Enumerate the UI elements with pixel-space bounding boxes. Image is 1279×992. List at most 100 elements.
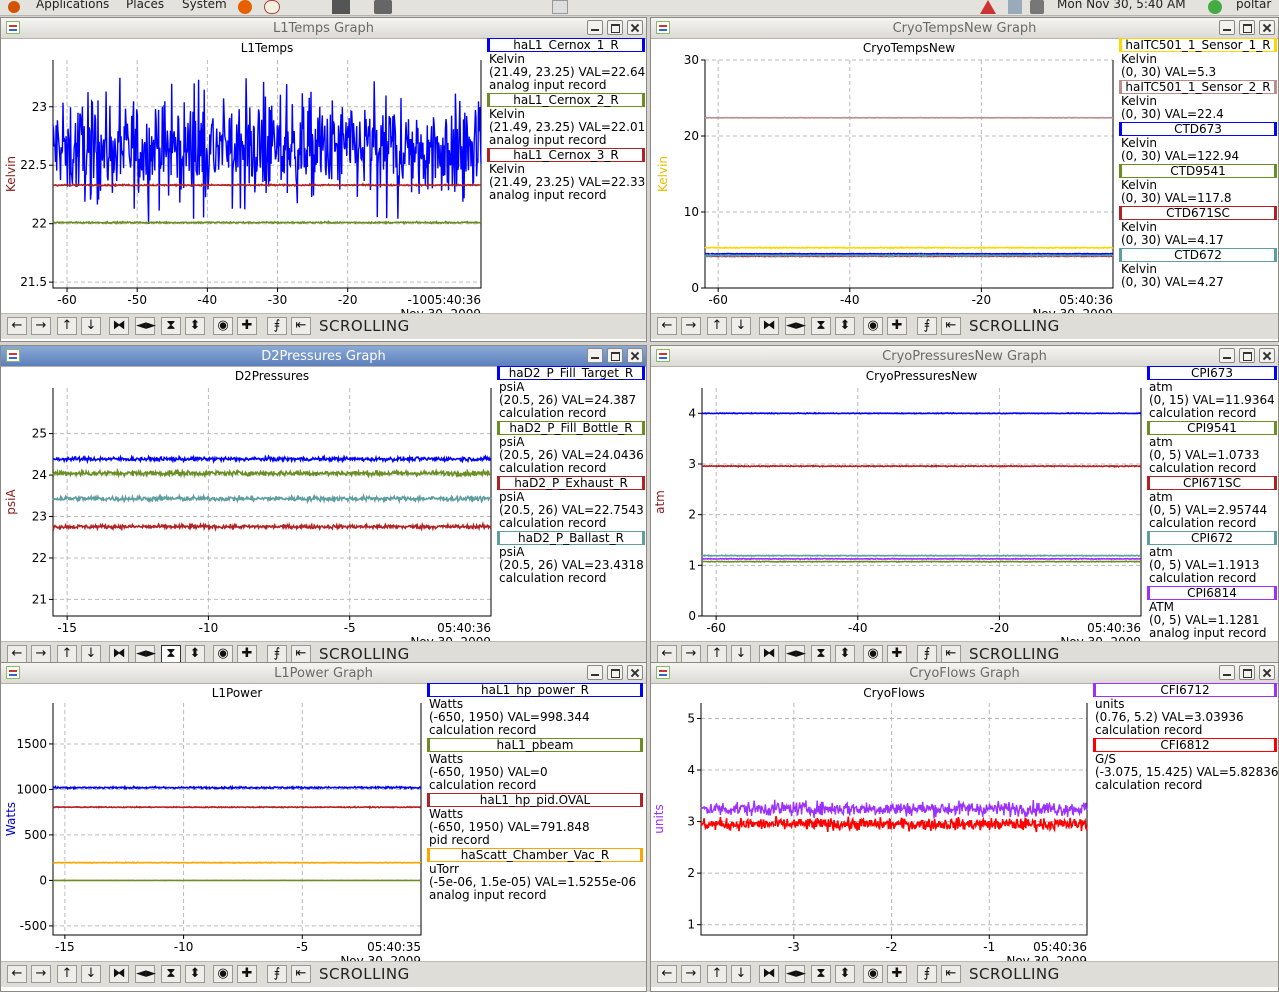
firefox-icon[interactable] — [238, 0, 252, 14]
maximize-button[interactable] — [1239, 20, 1255, 35]
zoom-v-in-icon[interactable]: ⧗ — [811, 317, 831, 335]
arrow-left-icon[interactable]: ← — [7, 965, 27, 983]
zoom-v-in-icon[interactable]: ⧗ — [161, 965, 181, 983]
autoscale-icon[interactable]: ⨎ — [917, 645, 937, 663]
arrow-left-icon[interactable]: ← — [657, 317, 677, 335]
legend-entry-name[interactable]: haD2_P_Ballast_R — [497, 531, 645, 545]
add-icon[interactable]: ✚ — [887, 317, 907, 335]
chart-svg[interactable]: CryoPressuresNew -60 -40 -20 4 3 2 1 0 atm 05:40:3… — [651, 366, 1147, 641]
legend-entry-name[interactable]: CTD672 — [1119, 248, 1277, 262]
scroll-back-icon[interactable]: ⇤ — [291, 317, 311, 335]
arrow-right-icon[interactable]: → — [681, 645, 701, 663]
reset-icon[interactable]: ◉ — [863, 965, 883, 983]
arrow-left-icon[interactable]: ← — [7, 645, 27, 663]
zoom-h-out-icon[interactable]: ◄► — [785, 317, 806, 335]
scroll-back-icon[interactable]: ⇤ — [941, 965, 961, 983]
legend-entry-name[interactable]: haD2_P_Fill_Target_R — [497, 366, 645, 380]
autoscale-icon[interactable]: ⨎ — [917, 965, 937, 983]
screenshot-icon[interactable] — [374, 0, 392, 14]
network-icon[interactable] — [1008, 0, 1022, 14]
autoscale-icon[interactable]: ⨎ — [267, 645, 287, 663]
legend-entry-name[interactable]: haL1_pbeam — [427, 738, 643, 752]
reset-icon[interactable]: ◉ — [213, 645, 233, 663]
zoom-h-in-icon[interactable]: ⧓ — [759, 965, 779, 983]
autoscale-icon[interactable]: ⨎ — [917, 317, 937, 335]
plot-area[interactable]: CryoPressuresNew -60 -40 -20 4 3 2 1 0 atm 05:40:3… — [651, 366, 1147, 641]
close-button[interactable] — [1259, 20, 1275, 35]
chart-svg[interactable]: L1Power -15 -10 -5 1500 1000 500 0 -500 Watts 05:4… — [1, 683, 427, 961]
arrow-right-icon[interactable]: → — [681, 317, 701, 335]
legend-entry-name[interactable]: CTD9541 — [1119, 164, 1277, 178]
legend-entry-name[interactable]: CTD673 — [1119, 122, 1277, 136]
maximize-button[interactable] — [1239, 665, 1255, 680]
zoom-h-out-icon[interactable]: ◄► — [785, 965, 806, 983]
zoom-v-out-icon[interactable]: ⬍ — [835, 317, 855, 335]
arrow-up-icon[interactable]: ↑ — [57, 965, 77, 983]
zoom-v-out-icon[interactable]: ⬍ — [835, 965, 855, 983]
maximize-button[interactable] — [607, 20, 623, 35]
places-menu[interactable]: Places — [126, 0, 164, 11]
reset-icon[interactable]: ◉ — [863, 317, 883, 335]
chart-svg[interactable]: CryoFlows -3 -2 -1 5 4 3 2 1 units 05:40:36Nov 30,… — [651, 683, 1093, 961]
zoom-v-in-icon[interactable]: ⧗ — [811, 965, 831, 983]
cryotemps-window[interactable]: CryoTempsNew Graph CryoTempsNew -60 -40 -20… — [650, 17, 1279, 342]
zoom-v-out-icon[interactable]: ⬍ — [185, 317, 205, 335]
system-menu[interactable]: System — [182, 0, 227, 11]
zoom-v-out-icon[interactable]: ⬍ — [185, 645, 205, 663]
legend-entry-name[interactable]: haL1_Cernox_3_R — [487, 148, 645, 162]
reset-icon[interactable]: ◉ — [863, 645, 883, 663]
cryopress-window[interactable]: CryoPressuresNew Graph CryoPressuresNew -… — [650, 345, 1279, 670]
legend-entry-name[interactable]: haL1_Cernox_2_R — [487, 93, 645, 107]
legend-entry-name[interactable]: haL1_hp_pid.OVAL — [427, 793, 643, 807]
legend-entry-name[interactable]: CTD671SC — [1119, 206, 1277, 220]
legend-entry[interactable]: haL1_Cernox_1_R Kelvin (21.49, 23.25) VA… — [487, 38, 645, 92]
legend-entry-name[interactable]: haITC501_1_Sensor_2_R — [1119, 80, 1277, 94]
scroll-back-icon[interactable]: ⇤ — [291, 645, 311, 663]
zoom-v-in-icon[interactable]: ⧗ — [811, 645, 831, 663]
arrow-up-icon[interactable]: ↑ — [707, 965, 727, 983]
arrow-left-icon[interactable]: ← — [7, 317, 27, 335]
evolution-icon[interactable] — [264, 0, 280, 14]
zoom-h-out-icon[interactable]: ◄► — [135, 317, 156, 335]
arrow-down-icon[interactable]: ↓ — [81, 965, 101, 983]
arrow-down-icon[interactable]: ↓ — [731, 645, 751, 663]
plot-area[interactable]: CryoTempsNew -60 -40 -20 30 20 10 0 Kelvin 05:40:… — [651, 38, 1119, 313]
legend-entry[interactable]: CPI9541 atm (0, 5) VAL=1.0733 calculation… — [1147, 421, 1277, 475]
legend-entry[interactable]: haD2_P_Fill_Target_R psiA (20.5, 26) VAL… — [497, 366, 645, 420]
legend-entry-name[interactable]: haITC501_1_Sensor_1_R — [1119, 38, 1277, 52]
reset-icon[interactable]: ◉ — [213, 965, 233, 983]
window-titlebar[interactable]: L1Power Graph — [1, 663, 646, 684]
minimize-button[interactable] — [587, 665, 603, 680]
close-button[interactable] — [627, 348, 643, 363]
legend-entry[interactable]: haL1_hp_power_R Watts (-650, 1950) VAL=9… — [427, 683, 643, 737]
arrow-left-icon[interactable]: ← — [657, 965, 677, 983]
legend-entry-name[interactable]: CPI672 — [1147, 531, 1277, 545]
legend-entry[interactable]: haITC501_1_Sensor_2_R Kelvin (0, 30) VAL… — [1119, 80, 1277, 121]
arrow-up-icon[interactable]: ↑ — [57, 317, 77, 335]
arrow-right-icon[interactable]: → — [31, 965, 51, 983]
close-button[interactable] — [1259, 665, 1275, 680]
add-icon[interactable]: ✚ — [887, 965, 907, 983]
scroll-back-icon[interactable]: ⇤ — [941, 645, 961, 663]
add-icon[interactable]: ✚ — [237, 317, 257, 335]
window-titlebar[interactable]: D2Pressures Graph — [1, 346, 646, 367]
close-button[interactable] — [627, 20, 643, 35]
update-alert-icon[interactable] — [980, 0, 996, 14]
legend-entry[interactable]: haD2_P_Exhaust_R psiA (20.5, 26) VAL=22.… — [497, 476, 645, 530]
legend-entry[interactable]: CPI6814 ATM (0, 5) VAL=1.1281 analog inpu… — [1147, 586, 1277, 640]
arrow-up-icon[interactable]: ↑ — [707, 645, 727, 663]
arrow-down-icon[interactable]: ↓ — [81, 317, 101, 335]
scroll-back-icon[interactable]: ⇤ — [941, 317, 961, 335]
arrow-up-icon[interactable]: ↑ — [57, 645, 77, 663]
window-titlebar[interactable]: CryoTempsNew Graph — [651, 18, 1278, 39]
zoom-h-in-icon[interactable]: ⧓ — [109, 965, 129, 983]
minimize-button[interactable] — [587, 20, 603, 35]
arrow-up-icon[interactable]: ↑ — [707, 317, 727, 335]
legend-entry-name[interactable]: CFI6812 — [1093, 738, 1277, 752]
zoom-h-in-icon[interactable]: ⧓ — [109, 317, 129, 335]
legend-entry-name[interactable]: haD2_P_Fill_Bottle_R — [497, 421, 645, 435]
zoom-h-in-icon[interactable]: ⧓ — [759, 645, 779, 663]
zoom-v-out-icon[interactable]: ⬍ — [835, 645, 855, 663]
arrow-down-icon[interactable]: ↓ — [731, 965, 751, 983]
legend-entry[interactable]: haL1_Cernox_3_R Kelvin (21.49, 23.25) VA… — [487, 148, 645, 202]
